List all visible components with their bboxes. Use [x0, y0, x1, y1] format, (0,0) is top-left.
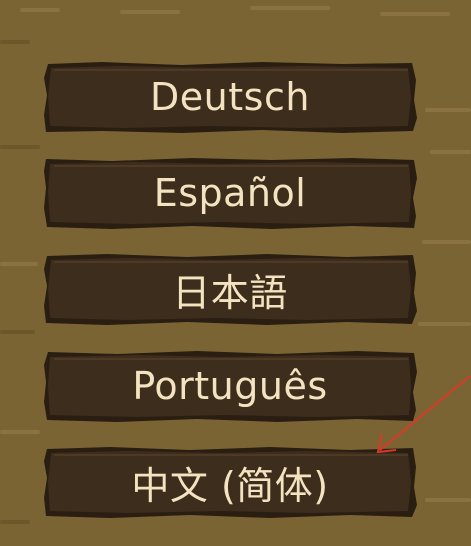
language-button-espanol[interactable]: Español — [42, 156, 418, 230]
wood-grain — [20, 8, 60, 12]
wood-grain — [0, 262, 38, 266]
wood-grain — [250, 6, 330, 10]
wood-grain — [0, 520, 30, 524]
annotation-arrow-icon — [376, 375, 471, 454]
plank-background — [44, 447, 417, 518]
wood-grain — [380, 12, 450, 16]
language-button-deutsch[interactable]: Deutsch — [42, 60, 418, 134]
wood-grain — [425, 108, 471, 112]
wood-grain — [430, 150, 471, 154]
wood-grain — [0, 40, 30, 44]
language-button-japanese[interactable]: 日本語 — [42, 252, 418, 326]
plank-background — [44, 62, 417, 133]
plank-background — [44, 254, 417, 325]
plank-background — [44, 158, 417, 229]
plank-background — [44, 351, 417, 422]
wood-grain — [418, 322, 471, 326]
wood-grain — [422, 240, 471, 244]
wood-grain — [0, 430, 40, 434]
wood-grain — [425, 498, 471, 502]
language-button-chinese-simplified[interactable]: 中文 (简体) — [42, 445, 418, 519]
wood-grain — [0, 145, 40, 149]
wood-grain — [0, 330, 35, 334]
language-button-portugues[interactable]: Português — [42, 349, 418, 423]
wood-grain — [120, 10, 180, 14]
